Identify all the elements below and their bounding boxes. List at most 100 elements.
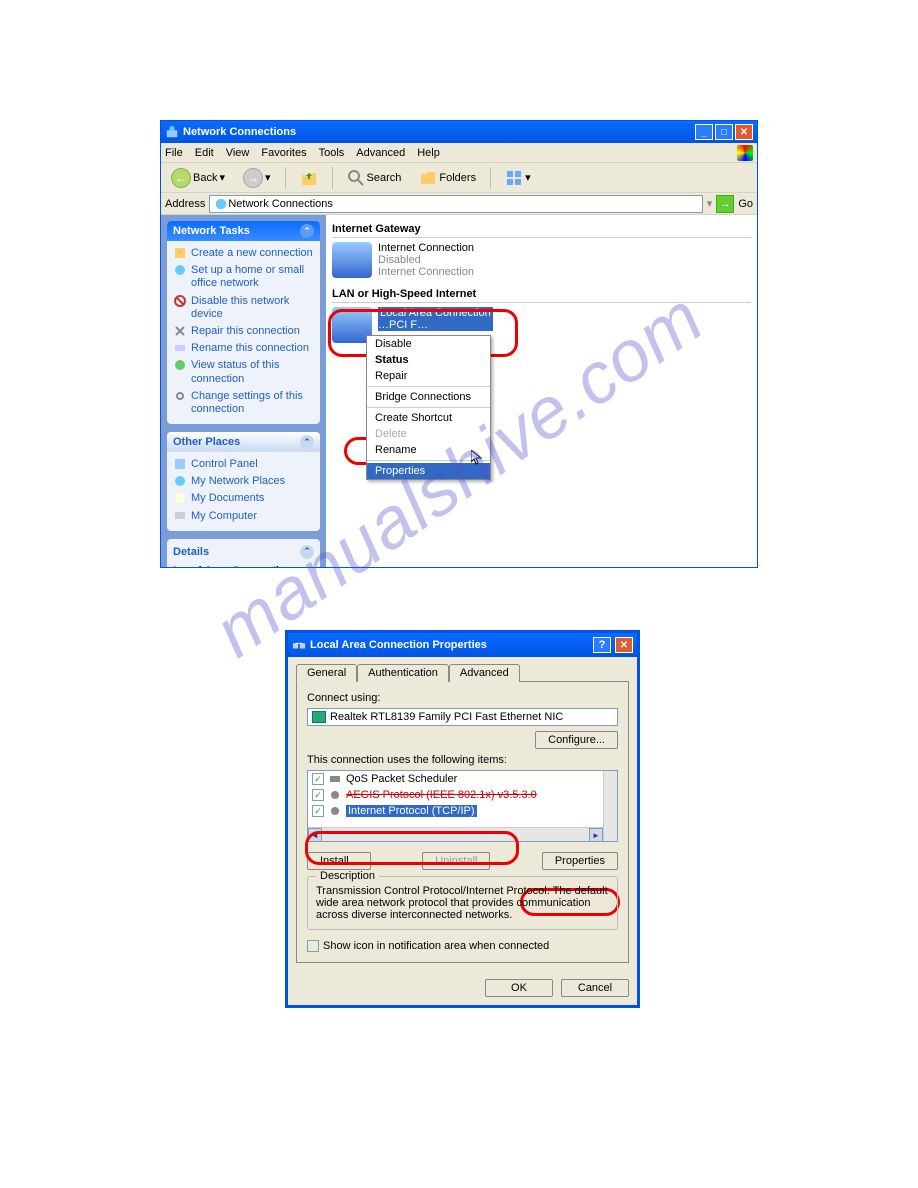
minimize-button[interactable]: _ xyxy=(695,124,713,140)
properties-button[interactable]: Properties xyxy=(542,852,618,870)
network-tasks-panel: Network Tasks⌃ Create a new connection S… xyxy=(167,221,320,424)
nic-field[interactable]: Realtek RTL8139 Family PCI Fast Ethernet… xyxy=(307,708,618,726)
connection-info: …PCI F… xyxy=(378,319,493,331)
panel-header[interactable]: Network Tasks⌃ xyxy=(167,221,320,241)
protocol-icon xyxy=(328,788,342,802)
menu-edit[interactable]: Edit xyxy=(195,147,214,159)
menu-view[interactable]: View xyxy=(226,147,250,159)
sidebar-item-network-places[interactable]: My Network Places xyxy=(173,473,314,490)
go-button[interactable]: → xyxy=(716,195,734,213)
control-panel-icon xyxy=(173,457,187,471)
ctx-disable[interactable]: Disable xyxy=(367,336,490,352)
connection-item-internet[interactable]: Internet Connection Disabled Internet Co… xyxy=(332,242,751,278)
sidebar-item-repair[interactable]: Repair this connection xyxy=(173,323,314,340)
folders-button[interactable]: Folders xyxy=(413,167,482,189)
forward-button[interactable]: → ▾ xyxy=(237,166,277,190)
rename-icon xyxy=(173,341,187,355)
checkbox[interactable]: ✓ xyxy=(312,773,324,785)
sidebar-item-rename[interactable]: Rename this connection xyxy=(173,340,314,357)
menubar: File Edit View Favorites Tools Advanced … xyxy=(161,143,757,163)
ctx-repair[interactable]: Repair xyxy=(367,368,490,384)
addressbar: Address Network Connections ▾ → Go xyxy=(161,193,757,215)
scrollbar-horizontal[interactable]: ◄ ► xyxy=(308,827,603,841)
checkbox[interactable]: ✓ xyxy=(312,805,324,817)
ctx-bridge[interactable]: Bridge Connections xyxy=(367,389,490,405)
items-listbox[interactable]: ✓ QoS Packet Scheduler ✓ AEGIS Protocol … xyxy=(307,770,618,842)
menu-favorites[interactable]: Favorites xyxy=(261,147,306,159)
network-icon xyxy=(165,125,179,139)
configure-button[interactable]: Configure... xyxy=(535,731,618,749)
connect-using-label: Connect using: xyxy=(307,692,618,704)
help-button[interactable]: ? xyxy=(593,637,611,653)
dialog-title: Local Area Connection Properties xyxy=(310,639,487,651)
connection-icon xyxy=(332,242,372,278)
connection-status: Disabled xyxy=(378,254,474,266)
list-item-tcpip[interactable]: ✓ Internet Protocol (TCP/IP) xyxy=(308,803,617,819)
ok-button[interactable]: OK xyxy=(485,979,553,997)
uninstall-button: Uninstall xyxy=(422,852,490,870)
scroll-right-icon[interactable]: ► xyxy=(589,828,603,842)
titlebar[interactable]: Local Area Connection Properties ? ✕ xyxy=(288,633,637,657)
nic-name: Realtek RTL8139 Family PCI Fast Ethernet… xyxy=(330,711,563,723)
views-button[interactable]: ▾ xyxy=(499,167,537,189)
install-button[interactable]: Install... xyxy=(307,852,371,870)
panel-header[interactable]: Other Places⌃ xyxy=(167,432,320,452)
tab-authentication[interactable]: Authentication xyxy=(357,664,449,682)
sidebar-item-control-panel[interactable]: Control Panel xyxy=(173,456,314,473)
details-name: Local Area Connection xyxy=(173,565,314,567)
ctx-status[interactable]: Status xyxy=(367,352,490,368)
service-icon xyxy=(328,772,342,786)
list-item[interactable]: ✓ AEGIS Protocol (IEEE 802.1x) v3.5.3.0 xyxy=(308,787,617,803)
tab-advanced[interactable]: Advanced xyxy=(449,664,520,682)
tab-general[interactable]: General xyxy=(296,664,357,682)
sidebar-item-view-status[interactable]: View status of this connection xyxy=(173,357,314,387)
cancel-button[interactable]: Cancel xyxy=(561,979,629,997)
connection-info: Internet Connection xyxy=(378,266,474,278)
menu-advanced[interactable]: Advanced xyxy=(356,147,405,159)
scrollbar-vertical[interactable] xyxy=(603,771,617,841)
address-field[interactable]: Network Connections xyxy=(209,195,702,213)
menu-help[interactable]: Help xyxy=(417,147,440,159)
network-places-icon xyxy=(173,474,187,488)
network-icon xyxy=(214,197,228,211)
menu-tools[interactable]: Tools xyxy=(319,147,345,159)
search-button[interactable]: Search xyxy=(341,167,408,189)
menu-file[interactable]: File xyxy=(165,147,183,159)
show-icon-checkbox[interactable] xyxy=(307,940,319,952)
scroll-left-icon[interactable]: ◄ xyxy=(308,828,322,842)
close-button[interactable]: ✕ xyxy=(735,124,753,140)
sidebar-item-my-documents[interactable]: My Documents xyxy=(173,490,314,507)
search-icon xyxy=(347,169,365,187)
show-icon-label: Show icon in notification area when conn… xyxy=(323,940,549,952)
views-icon xyxy=(505,169,523,187)
nic-icon xyxy=(312,711,326,723)
sidebar-item-setup-network[interactable]: Set up a home or small office network xyxy=(173,262,314,292)
status-icon xyxy=(173,358,187,372)
connection-name: Local Area Connection xyxy=(378,307,493,319)
windows-logo-icon xyxy=(737,145,753,161)
sidebar-item-change-settings[interactable]: Change settings of this connection xyxy=(173,388,314,418)
documents-icon xyxy=(173,491,187,505)
titlebar[interactable]: Network Connections _ □ ✕ xyxy=(161,121,757,143)
disable-icon xyxy=(173,294,187,308)
checkbox[interactable]: ✓ xyxy=(312,789,324,801)
back-button[interactable]: ←Back ▾ xyxy=(165,166,231,190)
connection-name: Internet Connection xyxy=(378,242,474,254)
ctx-shortcut[interactable]: Create Shortcut xyxy=(367,410,490,426)
wizard-icon xyxy=(173,246,187,260)
tab-body: Connect using: Realtek RTL8139 Family PC… xyxy=(296,681,629,963)
settings-icon xyxy=(173,389,187,403)
up-button[interactable] xyxy=(294,167,324,189)
other-places-panel: Other Places⌃ Control Panel My Network P… xyxy=(167,432,320,531)
dialog-footer: OK Cancel xyxy=(288,971,637,1005)
main-pane: Internet Gateway Internet Connection Dis… xyxy=(326,215,757,567)
sidebar-item-create-connection[interactable]: Create a new connection xyxy=(173,245,314,262)
sidebar-item-my-computer[interactable]: My Computer xyxy=(173,508,314,525)
panel-header[interactable]: Details⌃ xyxy=(173,545,314,559)
description-group: Description Transmission Control Protoco… xyxy=(307,876,618,930)
close-button[interactable]: ✕ xyxy=(615,637,633,653)
list-item[interactable]: ✓ QoS Packet Scheduler xyxy=(308,771,617,787)
maximize-button[interactable]: □ xyxy=(715,124,733,140)
sidebar-item-disable-device[interactable]: Disable this network device xyxy=(173,293,314,323)
group-internet-gateway: Internet Gateway xyxy=(332,221,751,238)
